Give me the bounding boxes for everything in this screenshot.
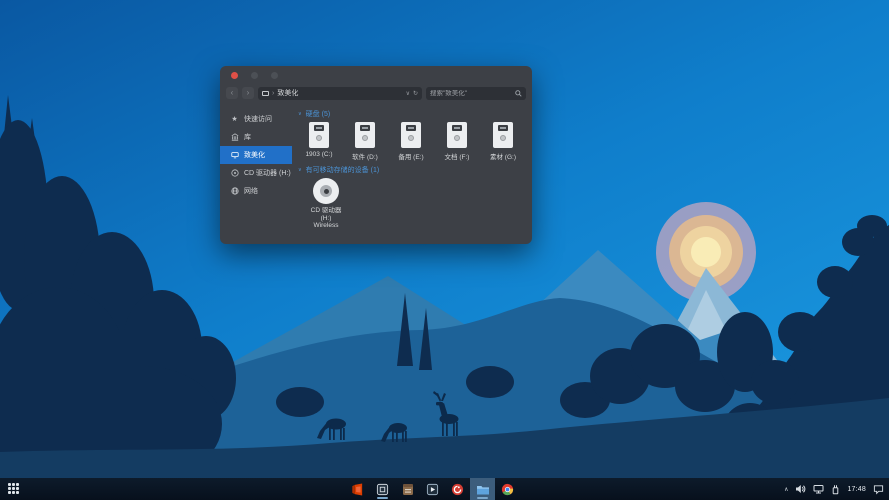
explorer-sidebar: ★ 快速访问 库 致美化 CD 驱动器 (H:) — [220, 102, 292, 244]
drive-item-f[interactable]: 文档 (F:) — [436, 122, 478, 161]
network-icon[interactable] — [813, 484, 824, 494]
library-icon — [230, 133, 239, 142]
address-bar[interactable]: › 致美化 ∨ ↻ — [258, 87, 422, 100]
action-center-icon[interactable] — [873, 484, 884, 495]
hard-drive-icon — [355, 122, 375, 148]
window-titlebar[interactable] — [220, 66, 532, 84]
drive-list: 1903 (C:) 软件 (D:) 备用 (E:) 文档 (F:) 素材 (G:… — [298, 122, 532, 161]
cd-disc-icon — [313, 178, 339, 204]
collapse-chevron-icon[interactable]: ∨ — [298, 167, 302, 173]
explorer-content: ∨ 硬盘 (5) 1903 (C:) 软件 (D:) 备用 (E:) — [292, 102, 532, 244]
search-icon — [515, 90, 522, 97]
search-box[interactable] — [426, 87, 526, 100]
taskbar-file-explorer-icon[interactable] — [470, 478, 495, 500]
sidebar-item-label: CD 驱动器 (H:) — [244, 168, 291, 178]
clock[interactable]: 17:48 — [847, 486, 866, 493]
collapse-chevron-icon[interactable]: ∨ — [298, 111, 302, 117]
section-title: 硬盘 (5) — [306, 109, 331, 119]
taskbar-apps — [345, 478, 520, 500]
sidebar-item-label: 库 — [244, 132, 251, 142]
close-button[interactable] — [231, 72, 238, 79]
network-globe-icon — [230, 187, 239, 196]
search-input[interactable] — [430, 90, 513, 97]
hard-drive-icon — [447, 122, 467, 148]
minimize-button[interactable] — [251, 72, 258, 79]
drive-item-c[interactable]: 1903 (C:) — [298, 122, 340, 161]
this-pc-icon — [262, 91, 269, 96]
taskbar-notes-icon[interactable] — [395, 478, 420, 500]
breadcrumb-path[interactable]: 致美化 — [277, 88, 298, 98]
taskbar: ∧ 17:48 — [0, 478, 889, 500]
cd-drive-item[interactable]: CD 驱动器 (H:) Wireless — [298, 178, 354, 230]
cd-label-line: (H:) — [311, 215, 342, 223]
star-icon: ★ — [230, 115, 239, 124]
forward-button[interactable]: › — [242, 87, 254, 99]
usb-device-icon[interactable] — [831, 484, 840, 495]
drive-item-g[interactable]: 素材 (G:) — [482, 122, 524, 161]
section-header-removable[interactable]: ∨ 有可移动存储的设备 (1) — [298, 165, 532, 175]
cd-icon — [230, 169, 239, 178]
hard-drive-icon — [493, 122, 513, 148]
address-dropdown-icon[interactable]: ∨ — [406, 90, 410, 97]
taskbar-video-app-icon[interactable] — [420, 478, 445, 500]
taskbar-chrome-icon[interactable] — [495, 478, 520, 500]
maximize-button[interactable] — [271, 72, 278, 79]
section-header-drives[interactable]: ∨ 硬盘 (5) — [298, 109, 532, 119]
drive-item-d[interactable]: 软件 (D:) — [344, 122, 386, 161]
sidebar-item-label: 网络 — [244, 186, 258, 196]
monitor-icon — [230, 151, 239, 160]
cd-label-line: CD 驱动器 — [311, 207, 342, 215]
drive-label: 备用 (E:) — [398, 151, 423, 161]
sidebar-item-network[interactable]: 网络 — [220, 182, 292, 200]
file-explorer-window: ‹ › › 致美化 ∨ ↻ ★ 快速访问 — [220, 66, 532, 244]
explorer-toolbar: ‹ › › 致美化 ∨ ↻ — [220, 84, 532, 102]
section-title: 有可移动存储的设备 (1) — [306, 165, 380, 175]
sidebar-item-label: 快速访问 — [244, 114, 272, 124]
sidebar-item-cd-drive[interactable]: CD 驱动器 (H:) — [220, 164, 292, 182]
hard-drive-icon — [401, 122, 421, 148]
taskbar-photos-icon[interactable] — [370, 478, 395, 500]
sidebar-item-quick-access[interactable]: ★ 快速访问 — [220, 110, 292, 128]
system-tray: ∧ 17:48 — [784, 478, 884, 500]
sidebar-item-libraries[interactable]: 库 — [220, 128, 292, 146]
hidden-icons-chevron-icon[interactable]: ∧ — [784, 486, 788, 493]
drive-label: 素材 (G:) — [490, 151, 516, 161]
refresh-icon[interactable]: ↻ — [413, 90, 418, 97]
drive-label: 软件 (D:) — [352, 151, 378, 161]
volume-icon[interactable] — [795, 484, 806, 494]
drive-label: 1903 (C:) — [305, 151, 332, 158]
taskbar-office-icon[interactable] — [345, 478, 370, 500]
drive-item-e[interactable]: 备用 (E:) — [390, 122, 432, 161]
cd-label-line: Wireless — [311, 222, 342, 230]
start-button[interactable] — [8, 483, 20, 495]
taskbar-netease-music-icon[interactable] — [445, 478, 470, 500]
breadcrumb-separator: › — [272, 90, 274, 97]
back-button[interactable]: ‹ — [226, 87, 238, 99]
sidebar-item-current-folder[interactable]: 致美化 — [220, 146, 292, 164]
drive-label: 文档 (F:) — [445, 151, 470, 161]
hard-drive-icon — [309, 122, 329, 148]
sidebar-item-label: 致美化 — [244, 150, 265, 160]
